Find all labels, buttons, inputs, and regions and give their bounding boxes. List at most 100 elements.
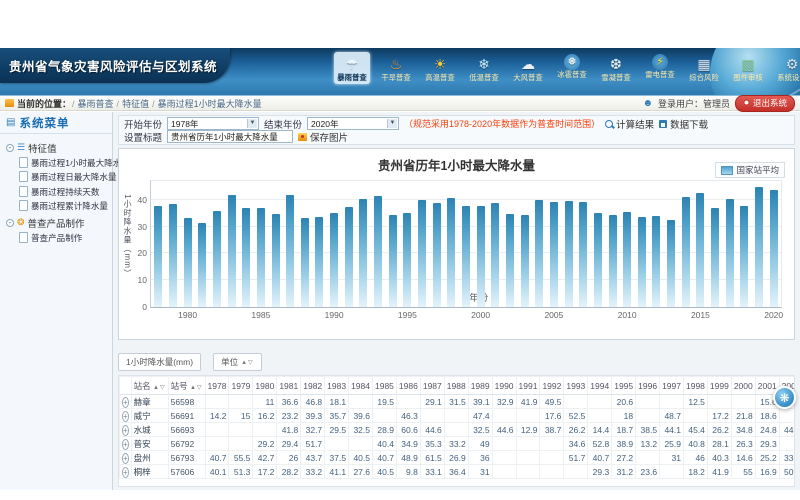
end-year-select[interactable]: 2020年 ▼ [307,117,399,130]
nav-item-综合风险[interactable]: ▦综合风险 [686,52,722,84]
row-expander-icon[interactable]: + [122,425,129,436]
value-cell: 34.8 [731,423,755,437]
value-cell [588,409,612,423]
chart-bar-2017 [726,199,734,307]
nav-item-系统设置[interactable]: ⚙系统设置 [774,52,800,84]
value-cell: 28.2 [277,465,301,479]
metric-chip[interactable]: 1小时降水量(mm) [118,353,201,371]
floating-theme-button[interactable]: ❋ [773,386,796,409]
nav-item-雪凝普查[interactable]: ❆雪凝普查 [598,52,634,84]
settings-icon: ⚙ [782,54,800,73]
nav-item-图件审核[interactable]: ▧图件审核 [730,52,766,84]
value-cell [683,409,707,423]
value-cell: 55.5 [229,451,253,465]
value-cell: 40.7 [205,451,229,465]
station-name-cell: 威宁 [131,409,168,423]
breadcrumb-item[interactable]: 暴雨过程1小时最大降水量 [158,99,262,109]
legend-label: 国家站平均 [736,164,779,176]
high-temp-icon: ☀ [430,54,450,73]
value-cell: 44.1 [660,423,684,437]
value-cell: 23.2 [277,409,301,423]
nav-item-大风普查[interactable]: ☁大风普查 [510,52,546,84]
sortable-column-header-站名[interactable]: 站名 ▲▽ [131,377,168,395]
low-temp-icon: ❄ [474,54,494,73]
power-icon [743,99,750,106]
expander-icon[interactable]: - [6,144,14,152]
value-cell: 39.6 [349,409,373,423]
row-expander-icon[interactable]: + [122,453,129,464]
value-cell [325,437,349,451]
value-cell: 45.4 [683,423,707,437]
logout-button[interactable]: 退出系统 [735,95,795,112]
unit-chip[interactable]: 单位 ▲▽ [213,353,262,371]
nav-item-干旱普查[interactable]: ♨干旱普查 [378,52,414,84]
value-cell: 14.2 [205,409,229,423]
tree-leaf-暴雨过程日最大降水量[interactable]: 暴雨过程日最大降水量 [6,170,110,185]
sidebar-header: ▤ 系统菜单 [0,112,112,134]
calculate-button[interactable]: 计算结果 [605,117,654,131]
save-image-button[interactable]: 保存图片 [298,130,348,144]
station-name-cell: 普安 [131,437,168,451]
sort-icons[interactable]: ▲▽ [190,385,203,391]
chart-bar-2003 [521,215,529,307]
nav-item-高温普查[interactable]: ☀高温普查 [422,52,458,84]
start-year-select[interactable]: 1978年 ▼ [167,117,259,130]
chart-title-input[interactable] [167,130,293,143]
start-year-label: 开始年份 [124,117,162,131]
data-download-button[interactable]: 数据下载 [659,117,708,131]
value-cell: 24.8 [755,423,779,437]
nav-item-label: 高温普查 [425,73,454,82]
value-cell: 38.5 [636,423,660,437]
value-cell: 41.9 [707,465,731,479]
nav-item-雷电普查[interactable]: ⚡雷电普查 [642,52,678,84]
nav-item-暴雨普查[interactable]: ☂暴雨普查 [334,52,370,84]
tree-leaf-暴雨过程1小时最大降水量[interactable]: 暴雨过程1小时最大降水量 [6,155,110,170]
chevron-down-icon: ▼ [387,119,397,128]
lightning-icon: ⚡ [652,54,668,70]
tree-leaf-label: 暴雨过程日最大降水量 [31,171,117,183]
row-expander-icon[interactable]: + [122,439,129,450]
chart-bar-2011 [638,217,646,307]
value-cell: 9.8 [396,465,420,479]
year-column-header: 1998 [683,377,707,395]
sort-icons[interactable]: ▲▽ [153,385,166,391]
row-expander-cell: + [120,451,132,465]
x-tick-label: 1995 [398,310,417,320]
tree-node-特征值[interactable]: -☰特征值 [6,140,110,155]
nav-item-低温普查[interactable]: ❄低温普查 [466,52,502,84]
value-cell: 40.5 [349,451,373,465]
chart-bar-1999 [462,206,470,307]
value-cell: 32.5 [349,423,373,437]
nav-item-冰雹普查[interactable]: ❅冰雹普查 [554,52,590,84]
breadcrumb-item[interactable]: 暴雨普查 [78,99,114,109]
sidebar-tree: -☰特征值暴雨过程1小时最大降水量暴雨过程日最大降水量暴雨过程持续天数暴雨过程累… [0,134,112,245]
value-cell [540,451,564,465]
value-cell: 49.5 [540,395,564,409]
tree-leaf-普查产品制作[interactable]: 普查产品制作 [6,230,110,245]
tree-node-普查产品制作[interactable]: -❂普查产品制作 [6,215,110,230]
sort-icons: ▲▽ [241,359,254,366]
value-cell: 51.7 [564,451,588,465]
value-cell: 29.3 [755,437,779,451]
breadcrumb-separator: / [152,99,155,109]
sortable-column-header-站号[interactable]: 站号 ▲▽ [168,377,205,395]
row-expander-icon[interactable]: + [122,397,129,408]
value-cell [205,437,229,451]
row-expander-icon[interactable]: + [122,411,129,422]
row-expander-icon[interactable]: + [122,467,129,478]
value-cell: 31 [468,465,492,479]
value-cell: 31.2 [612,465,636,479]
toolbar-row-1: 开始年份 1978年 ▼ 结束年份 2020年 ▼ （规范采用1978-2020… [124,117,789,130]
station-id-cell: 56793 [168,451,205,465]
station-id-cell: 56792 [168,437,205,451]
tree-leaf-暴雨过程累计降水量[interactable]: 暴雨过程累计降水量 [6,199,110,214]
expander-icon[interactable]: - [6,219,14,227]
tree-leaf-暴雨过程持续天数[interactable]: 暴雨过程持续天数 [6,184,110,199]
breadcrumb-item[interactable]: 特征值 [122,99,149,109]
value-cell: 33.2 [301,465,325,479]
download-label: 数据下载 [670,117,708,131]
x-tick-label: 2020 [764,310,783,320]
nav-item-label: 干旱普查 [381,73,410,82]
value-cell: 17.2 [707,409,731,423]
content-row: ▤ 系统菜单 -☰特征值暴雨过程1小时最大降水量暴雨过程日最大降水量暴雨过程持续… [0,112,800,490]
